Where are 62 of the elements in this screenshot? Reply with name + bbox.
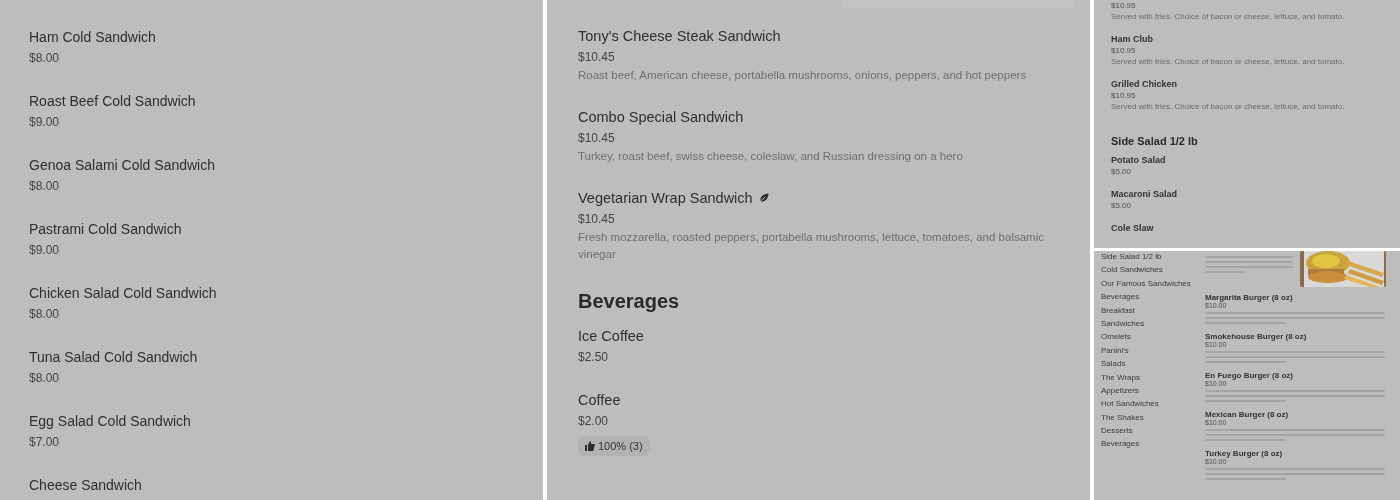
item-price: $8.00 [29,178,61,195]
item-price: $10.45 [578,49,616,66]
item-name: Mexican Burger (8 oz) [1205,410,1289,419]
item-name: Coffee [578,391,621,410]
section-heading: Side Salad 1/2 lb [1111,134,1199,148]
category-link[interactable]: Sandwiches [1101,318,1145,328]
item-price: $2.50 [578,349,610,366]
category-link[interactable]: Side Salad 1/2 lb [1101,252,1162,261]
item-name: Macaroni Salad [1111,189,1179,200]
item-name: Tuna Salad Cold Sandwich [29,348,199,367]
category-link[interactable]: Panini's [1101,345,1129,355]
item-name: Smokehouse Burger (8 oz) [1205,332,1307,341]
item-price: $10.95 [1111,90,1137,101]
item-price: $10.45 [578,130,616,147]
item-price: $7.00 [29,434,61,451]
item-name: Tony's Cheese Steak Sandwich [578,27,781,46]
item-price: $10.45 [578,211,616,228]
item-price: $9.00 [29,242,61,259]
category-link[interactable]: The Wraps [1101,372,1140,382]
item-description: Roast beef, American cheese, portabella mushrooms, onions, peppers, and hot peppers [578,68,1028,83]
item-name: Cheese Sandwich [29,476,143,495]
item-name: Grilled Chicken [1111,79,1179,90]
item-description: Fresh mozzarella, roasted peppers, portabella mushrooms, lettuce, tomatoes, and balsamic vinegar [578,230,1045,262]
item-description: Turkey, roast beef, swiss cheese, coleslaw, and Russian dressing on a hero [578,149,964,164]
category-link[interactable]: Breakfast [1101,305,1135,315]
category-link[interactable]: Omelets [1101,332,1131,342]
item-name: Pastrami Cold Sandwich [29,220,183,239]
category-link[interactable]: Salads [1101,359,1126,369]
item-price: $10.95 [1111,45,1137,56]
category-link[interactable]: Desserts [1101,426,1133,436]
item-price: $5.00 [1111,200,1133,211]
item-name: Turkey Burger (8 oz) [1205,449,1283,458]
rating-badge: 100% (3) [578,436,650,456]
item-name: Egg Salad Cold Sandwich [29,412,192,431]
category-link[interactable]: Our Famous Sandwiches [1101,278,1191,288]
section-heading: Beverages [578,289,681,314]
item-name: Ice Coffee [578,327,644,346]
category-link[interactable]: The Shakes [1101,412,1144,422]
item-price: $8.00 [29,370,61,387]
item-name: Ham Cold Sandwich [29,28,157,47]
item-name: Genoa Salami Cold Sandwich [29,156,216,175]
item-name: Cole Slaw [1111,223,1155,234]
item-name: En Fuego Burger (8 oz) [1205,371,1293,380]
item-name: Combo Special Sandwich [578,108,744,127]
item-name: Potato Salad [1111,155,1167,166]
category-link[interactable]: Beverages [1101,439,1140,449]
category-link[interactable]: Beverages [1101,292,1140,302]
item-name: Ham Club [1111,34,1154,45]
category-link[interactable]: Appetizers [1101,385,1139,395]
item-price: $8.00 [29,306,61,323]
item-price: $10.95 [1111,0,1137,11]
item-name: Chicken Salad Cold Sandwich [29,284,218,303]
item-price: $5.00 [1111,166,1133,177]
category-link[interactable]: Cold Sandwiches [1101,265,1163,275]
item-price: $8.00 [29,50,61,67]
category-link[interactable]: Hot Sandwiches [1101,399,1159,409]
item-name: Margarita Burger (8 oz) [1205,293,1293,302]
item-price: $9.00 [29,114,61,131]
item-name: Roast Beef Cold Sandwich [29,92,197,111]
item-price: $2.00 [578,413,610,430]
item-name: Vegetarian Wrap Sandwich [578,189,753,208]
thumbs-up-icon [585,441,595,451]
